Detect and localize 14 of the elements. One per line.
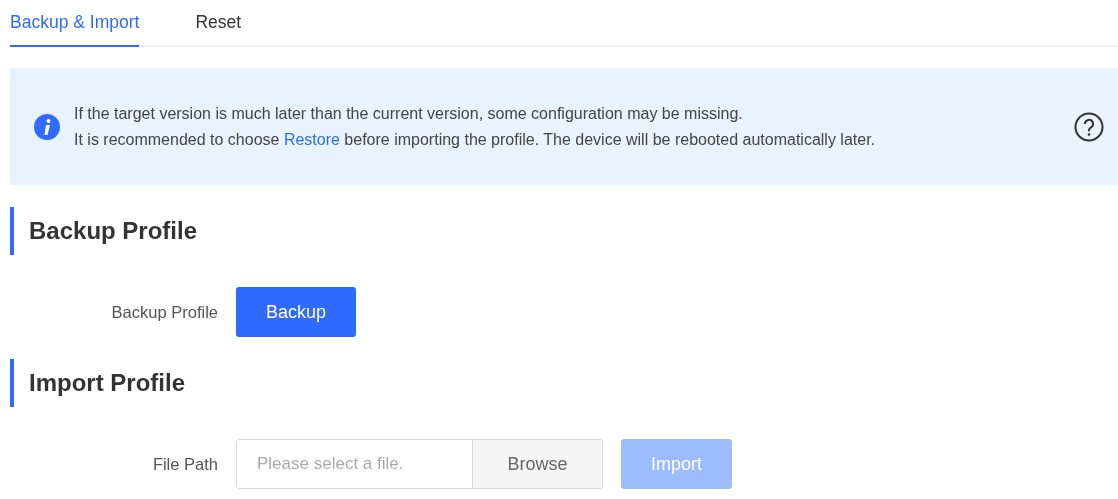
field-label: File Path (151, 453, 218, 475)
notice-text: It is recommended to choose Restore before importing the profile. The device will be rebooted automatically later. (74, 129, 877, 150)
browse-button[interactable]: Browse (472, 440, 602, 488)
backup-button[interactable]: Backup (236, 287, 357, 337)
tab[interactable]: Backup & Import (10, 0, 140, 47)
tab[interactable]: Reset (195, 0, 242, 47)
field-label: Backup Profile (110, 301, 218, 323)
section-heading: Backup Profile (10, 207, 1118, 255)
file-path-field[interactable]: Please select a file. Browse (236, 439, 603, 489)
section-heading: Import Profile (10, 359, 1118, 407)
info-icon (34, 113, 60, 140)
notice-text: If the target version is much later than the current version, some configuration may be missing. (74, 103, 744, 124)
restore-link[interactable]: Restore (283, 130, 340, 148)
help-icon[interactable] (1074, 111, 1104, 142)
